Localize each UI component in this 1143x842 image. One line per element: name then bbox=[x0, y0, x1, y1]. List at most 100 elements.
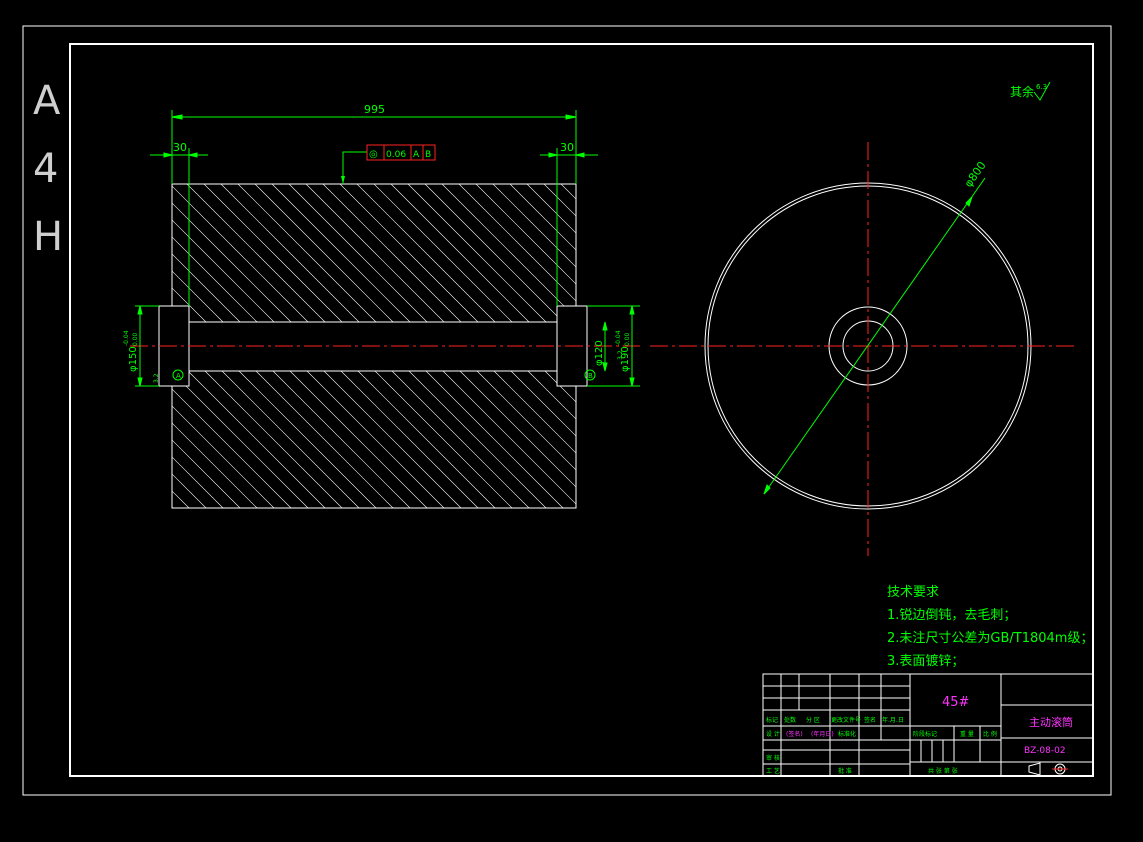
process-label: 工 艺 bbox=[766, 767, 780, 775]
dim-left-shaft-diameter-text: φ150 bbox=[128, 346, 139, 372]
hatch-line bbox=[220, 184, 360, 322]
tech-requirement-item: 2.未注尺寸公差为GB/T1804m级； bbox=[887, 631, 1093, 646]
format-digit-4: 4 bbox=[33, 146, 58, 192]
format-letter-a: A bbox=[33, 78, 61, 124]
hatch-line bbox=[527, 371, 576, 420]
design-cell: (年月日) bbox=[811, 730, 834, 738]
hatch-line bbox=[340, 371, 479, 508]
hatch-line bbox=[544, 371, 576, 403]
stage-label: 比 例 bbox=[983, 730, 997, 738]
hatch-line bbox=[172, 219, 275, 322]
tech-requirements-title: 技术要求 bbox=[887, 585, 939, 600]
hatch-line bbox=[172, 507, 173, 508]
tech-requirements: 技术要求 1.锐边倒钝，去毛刺； 2.未注尺寸公差为GB/T1804m级； 3.… bbox=[887, 585, 1093, 669]
hatch-line bbox=[322, 184, 462, 322]
hatch-line bbox=[289, 371, 428, 508]
stage-label: 重 量 bbox=[960, 730, 974, 738]
dim-left-shaft-lower-tol: 0.00 bbox=[132, 332, 139, 346]
dim-right-shaft-length-text: 30 bbox=[560, 141, 574, 154]
hatch-line bbox=[187, 371, 326, 508]
hatch-line bbox=[305, 184, 445, 322]
hatch-line bbox=[424, 184, 564, 322]
hatch-line bbox=[407, 184, 547, 322]
sheet-format-label: A 4 H bbox=[33, 78, 63, 260]
datum-a-label: A bbox=[176, 372, 181, 380]
hatch-line bbox=[543, 184, 576, 217]
hatch-line bbox=[356, 184, 496, 322]
approve-label: 批 准 bbox=[838, 767, 852, 775]
hatch-line bbox=[441, 184, 576, 319]
runout-datum-a: A bbox=[413, 150, 420, 160]
dim-left-shaft-upper-tol: -0.04 bbox=[123, 330, 130, 346]
hatch-line bbox=[272, 371, 411, 508]
hatch-line bbox=[561, 371, 576, 386]
hatch-line bbox=[221, 371, 360, 508]
tech-requirement-item: 3.表面镀锌； bbox=[887, 653, 964, 669]
design-cell: (签名) bbox=[786, 730, 803, 738]
header-cell: 标记 bbox=[766, 716, 778, 724]
roughness-note: 其余 6.3 bbox=[1010, 81, 1051, 101]
hatch-line bbox=[357, 371, 496, 508]
section-hatch-bottom bbox=[172, 371, 576, 508]
hatch-line bbox=[172, 253, 241, 322]
stage-label: 阶段标记 bbox=[913, 730, 937, 738]
hatch-line bbox=[186, 184, 326, 322]
hatch-line bbox=[373, 184, 513, 322]
hatch-line bbox=[425, 371, 564, 508]
hatch-line bbox=[172, 270, 224, 322]
hatch-line bbox=[172, 185, 309, 322]
hatch-line bbox=[172, 456, 224, 508]
dim-left-shaft-length-text: 30 bbox=[173, 141, 187, 154]
hatch-line bbox=[172, 236, 258, 322]
hatch-line bbox=[442, 371, 576, 505]
dim-overall-length-text: 995 bbox=[364, 103, 385, 116]
runout-symbol-icon: ◎ bbox=[369, 149, 378, 160]
hatch-line bbox=[172, 405, 275, 508]
design-cell: 设 计 bbox=[766, 730, 780, 738]
dim-right-shaft-lower-tol: 0.00 bbox=[624, 332, 631, 346]
front-view: 995 30 30 ◎ 0.06 A B φ150 -0.04 0.00 A 3… bbox=[123, 103, 640, 509]
hatch-line bbox=[306, 371, 445, 508]
header-cell: 更改文件号 bbox=[831, 716, 861, 724]
hatch-line bbox=[237, 184, 377, 322]
header-cell: 签名 bbox=[864, 716, 876, 724]
drawing-number-text: BZ-08-02 bbox=[1024, 746, 1066, 756]
hatch-line bbox=[172, 371, 309, 508]
hatch-line bbox=[339, 184, 479, 322]
dim-outer-diameter-text: φ800 bbox=[962, 159, 989, 190]
tech-requirement-item: 1.锐边倒钝，去毛刺； bbox=[887, 608, 1016, 623]
format-letter-h: H bbox=[33, 214, 63, 260]
roughness-note-label: 其余 bbox=[1010, 84, 1034, 99]
hatch-line bbox=[408, 371, 547, 508]
hatch-line bbox=[172, 287, 207, 322]
review-label: 审 核 bbox=[766, 754, 780, 762]
header-cell: 年.月.日 bbox=[882, 716, 904, 724]
hatch-line bbox=[172, 422, 258, 508]
sheet-count-label: 共 张 第 张 bbox=[928, 767, 958, 775]
hatch-line bbox=[204, 371, 343, 508]
hatch-line bbox=[323, 371, 462, 508]
roughness-left-value: 3.2 bbox=[153, 373, 160, 383]
hatch-line bbox=[172, 388, 292, 508]
hatch-line bbox=[475, 184, 576, 285]
hatch-line bbox=[526, 184, 576, 234]
material-text: 45# bbox=[942, 695, 969, 710]
hatch-line bbox=[510, 371, 576, 437]
part-name-text: 主动滚筒 bbox=[1029, 715, 1073, 729]
hatch-line bbox=[391, 371, 530, 508]
hatch-line bbox=[271, 184, 411, 322]
hatch-line bbox=[172, 490, 190, 508]
runout-tolerance-frame: ◎ 0.06 A B bbox=[341, 144, 436, 184]
hatch-line bbox=[255, 371, 394, 508]
projection-symbol-icon bbox=[1028, 762, 1068, 776]
datum-b-label: B bbox=[588, 372, 593, 380]
hatch-line bbox=[374, 371, 513, 508]
header-cell: 分 区 bbox=[806, 716, 820, 724]
runout-datum-b: B bbox=[425, 150, 431, 160]
hatch-line bbox=[172, 202, 292, 322]
hatch-line bbox=[172, 473, 207, 508]
design-cell: 标准化 bbox=[838, 730, 856, 738]
hatch-line bbox=[493, 371, 576, 454]
runout-value: 0.06 bbox=[386, 150, 406, 160]
hatch-line bbox=[492, 184, 576, 268]
